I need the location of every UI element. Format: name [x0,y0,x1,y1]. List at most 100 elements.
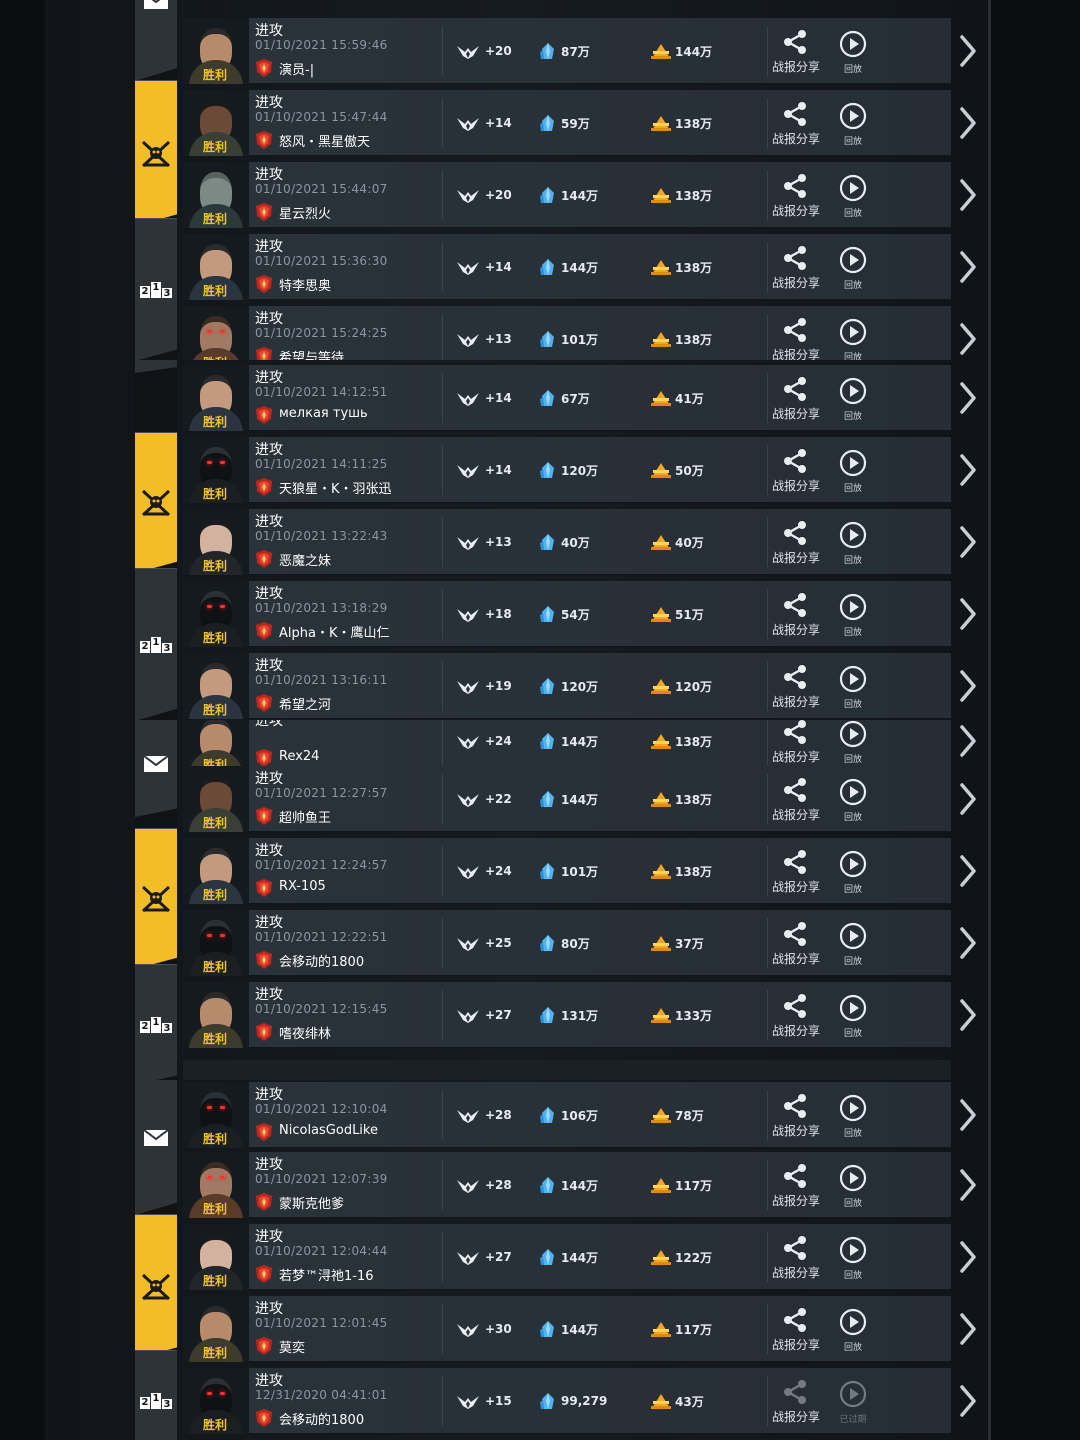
share-report-button[interactable]: 战报分享 [770,653,820,719]
share-report-button[interactable]: 战报分享 [770,982,820,1048]
share-report-button[interactable]: 战报分享 [770,365,820,431]
row-detail-chevron[interactable] [958,670,978,706]
battle-row[interactable]: 胜利 进攻 01/10/2021 13:22:43 恶魔之妹 +13 40万 40万 战报分享… [183,509,976,575]
row-detail-chevron[interactable] [958,855,978,891]
battle-row[interactable]: 胜利 进攻 01/10/2021 12:04:44 若梦™浔祂1-16 +27 144万 1… [183,1224,976,1290]
replay-button[interactable]: 已过期 [835,1368,871,1434]
share-report-button[interactable]: 战报分享 [770,1152,820,1218]
share-report-button[interactable]: 战报分享 [770,509,820,575]
share-report-button[interactable]: 战报分享 [770,234,820,300]
scrollbar-track[interactable] [988,1080,991,1440]
replay-button[interactable]: 回放 [835,581,871,647]
player-avatar[interactable]: 胜利 [183,234,249,300]
row-detail-chevron[interactable] [958,107,978,143]
tab-mail[interactable] [135,0,177,81]
scrollbar-track[interactable] [988,360,991,720]
share-report-button[interactable]: 战报分享 [770,1296,820,1362]
replay-button[interactable]: 回放 [835,910,871,976]
row-detail-chevron[interactable] [958,1169,978,1205]
player-avatar[interactable]: 胜利 [183,1368,249,1434]
tab-mail[interactable] [135,720,177,817]
tab-mail[interactable] [135,1080,177,1215]
player-avatar[interactable]: 胜利 [183,1082,249,1148]
replay-button[interactable]: 回放 [835,162,871,228]
player-avatar[interactable]: 胜利 [183,838,249,904]
replay-button[interactable]: 回放 [835,1224,871,1290]
share-report-button[interactable]: 战报分享 [770,910,820,976]
replay-button[interactable]: 回放 [835,1152,871,1218]
player-avatar[interactable]: 胜利 [183,365,249,431]
tab-ranking[interactable]: 213 [135,218,177,360]
player-avatar[interactable]: 胜利 [183,1224,249,1290]
battle-row[interactable]: 胜利 进攻 01/10/2021 12:07:39 蒙斯克他爹 +28 144万 117万战… [183,1152,976,1218]
battle-row[interactable]: 胜利 进攻 01/10/2021 12:10:04 NicolasGodLike +28… [183,1082,976,1148]
share-report-button[interactable]: 战报分享 [770,1368,820,1434]
replay-button[interactable]: 回放 [835,838,871,904]
battle-row[interactable]: 胜利 进攻 12/31/2020 04:41:01 会移动的1800 +15 99,279… [183,1368,976,1434]
scrollbar-track[interactable] [988,0,991,360]
replay-button[interactable]: 回放 [835,18,871,84]
player-avatar[interactable]: 胜利 [183,1296,249,1362]
replay-button[interactable]: 回放 [835,1082,871,1148]
share-report-button[interactable]: 战报分享 [770,90,820,156]
replay-button[interactable]: 回放 [835,1296,871,1362]
player-avatar[interactable]: 胜利 [183,581,249,647]
row-detail-chevron[interactable] [958,454,978,490]
player-avatar[interactable]: 胜利 [183,653,249,719]
battle-row[interactable]: 胜利 进攻 01/10/2021 12:27:57 超帅鱼王 +22 144万 138万 战报… [183,766,976,832]
replay-button[interactable]: 回放 [835,766,871,832]
share-report-button[interactable]: 战报分享 [770,162,820,228]
battle-row[interactable]: 胜利 进攻 01/10/2021 12:15:45 嗜夜绯林 +27 131万 133万 战报… [183,982,976,1048]
replay-button[interactable]: 回放 [835,653,871,719]
player-avatar[interactable]: 胜利 [183,18,249,84]
row-detail-chevron[interactable] [958,251,978,287]
battle-row[interactable]: 胜利 进攻 01/10/2021 13:18:29 Alpha・K・鹰山仁 +18 54万… [183,581,976,647]
row-detail-chevron[interactable] [958,1241,978,1277]
battle-row[interactable]: 胜利 进攻 01/10/2021 15:47:44 怒风・黑星傲天 +14 59万 138万… [183,90,976,156]
tab-battle-log[interactable] [135,80,177,226]
row-detail-chevron[interactable] [958,1385,978,1421]
battle-row[interactable]: 胜利 进攻 01/10/2021 12:01:45 莫奕 +30 144万 117万 战报分享… [183,1296,976,1362]
battle-row[interactable]: 胜利 进攻 01/10/2021 14:12:51 мелкая тушь +14 67万… [183,365,976,431]
replay-button[interactable]: 回放 [835,90,871,156]
battle-row[interactable]: 胜利 进攻 01/10/2021 15:36:30 特李思奥 +14 144万 138万 战报… [183,234,976,300]
replay-button[interactable]: 回放 [835,437,871,503]
tab-ranking[interactable]: 213 [135,964,177,1080]
replay-button[interactable]: 回放 [835,509,871,575]
replay-button[interactable]: 回放 [835,234,871,300]
player-avatar[interactable]: 胜利 [183,982,249,1048]
battle-row[interactable]: 胜利 进攻 01/10/2021 15:44:07 星云烈火 +20 144万 138万 战报… [183,162,976,228]
player-avatar[interactable]: 胜利 [183,1152,249,1218]
share-report-button[interactable]: 战报分享 [770,838,820,904]
row-detail-chevron[interactable] [958,323,978,359]
player-avatar[interactable]: 胜利 [183,437,249,503]
player-avatar[interactable]: 胜利 [183,766,249,832]
player-avatar[interactable]: 胜利 [183,162,249,228]
replay-button[interactable]: 回放 [835,982,871,1048]
player-avatar[interactable]: 胜利 [183,910,249,976]
battle-row[interactable]: 胜利 进攻 01/10/2021 12:24:57 RX-105 +24 101万 138万… [183,838,976,904]
share-report-button[interactable]: 战报分享 [770,306,820,360]
share-report-button[interactable]: 战报分享 [770,766,820,832]
share-report-button[interactable]: 战报分享 [770,581,820,647]
row-detail-chevron[interactable] [958,1099,978,1135]
row-detail-chevron[interactable] [958,927,978,963]
battle-row[interactable]: 胜利 进攻 01/10/2021 13:16:11 希望之河 +19 120万 120万 战报… [183,653,976,719]
row-detail-chevron[interactable] [958,1313,978,1349]
replay-button[interactable]: 回放 [835,306,871,360]
player-avatar[interactable]: 胜利 [183,509,249,575]
tab-battle-log[interactable] [135,432,177,573]
row-detail-chevron[interactable] [958,526,978,562]
player-avatar[interactable]: 胜利 [183,306,249,360]
tab-ranking[interactable]: 213 [135,1350,177,1440]
player-avatar[interactable]: 胜利 [183,90,249,156]
share-report-button[interactable]: 战报分享 [770,18,820,84]
share-report-button[interactable]: 战报分享 [770,1224,820,1290]
row-detail-chevron[interactable] [958,382,978,418]
row-detail-chevron[interactable] [958,725,978,761]
battle-row[interactable]: 胜利 进攻 01/10/2021 14:11:25 天狼星・K・羽张迅 +14 120万 5… [183,437,976,503]
share-report-button[interactable]: 战报分享 [770,1082,820,1148]
replay-button[interactable]: 回放 [835,365,871,431]
battle-row[interactable]: 胜利进攻01/10/2021 15:24:25 希望与等待 +13 101万 138万战… [183,306,976,360]
scrollbar-track[interactable] [988,720,991,1080]
